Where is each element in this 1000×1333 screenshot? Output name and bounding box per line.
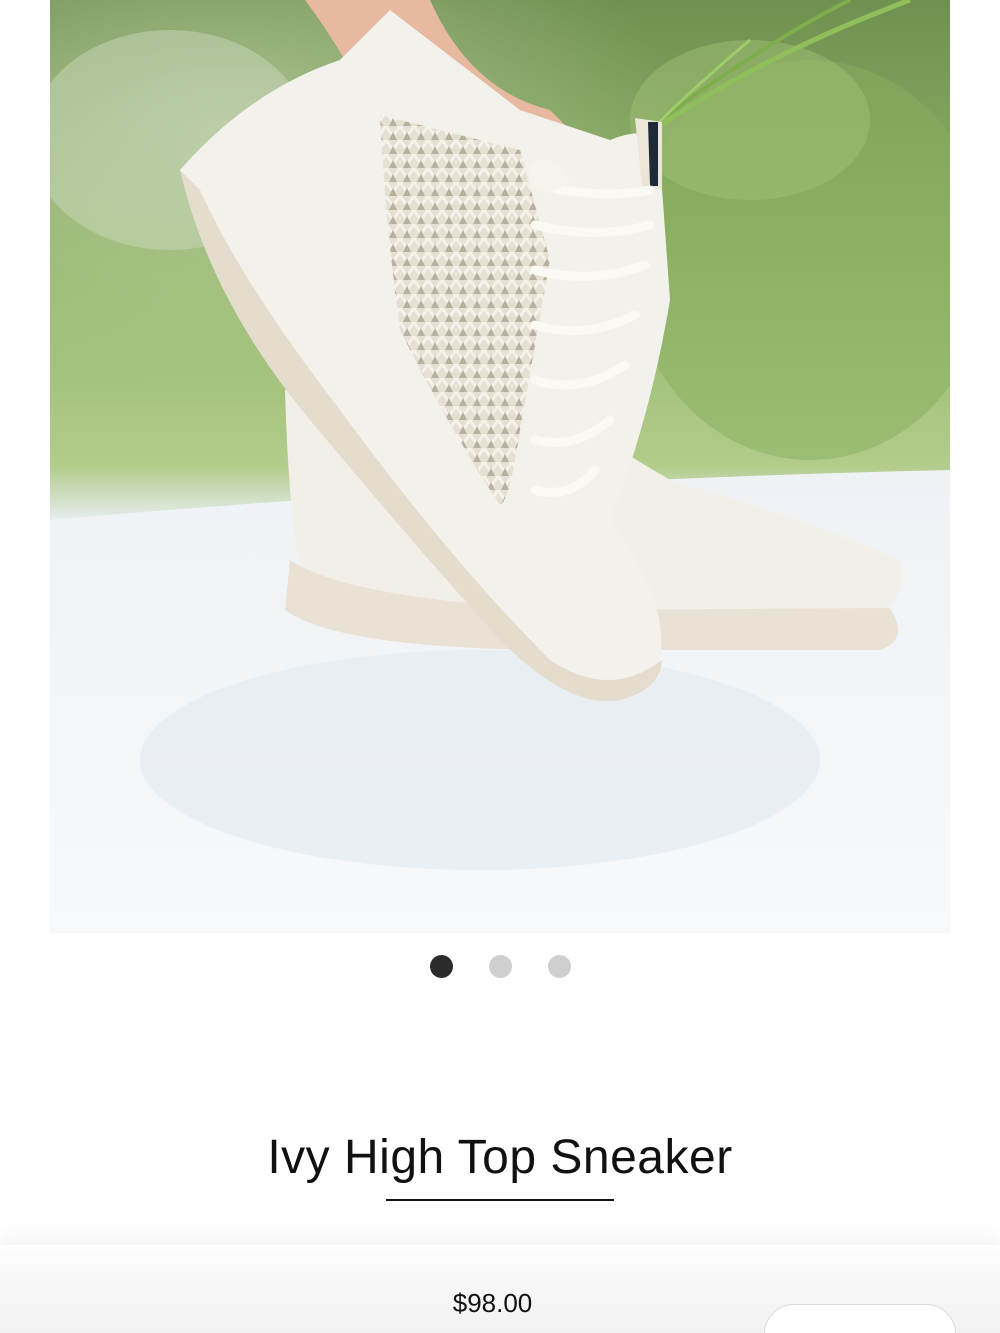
carousel-dot-3[interactable]: [547, 955, 571, 978]
product-image[interactable]: [50, 0, 950, 933]
carousel-dot-2[interactable]: [488, 955, 512, 978]
title-underline: [386, 1199, 614, 1201]
sneaker-illustration: [50, 0, 950, 933]
carousel-dots: [0, 955, 1000, 979]
product-page: Ivy High Top Sneaker $98.00: [0, 0, 1000, 1333]
add-to-cart-button[interactable]: [764, 1304, 956, 1333]
carousel-dot-1[interactable]: [429, 955, 453, 978]
product-title: Ivy High Top Sneaker: [267, 1131, 733, 1184]
